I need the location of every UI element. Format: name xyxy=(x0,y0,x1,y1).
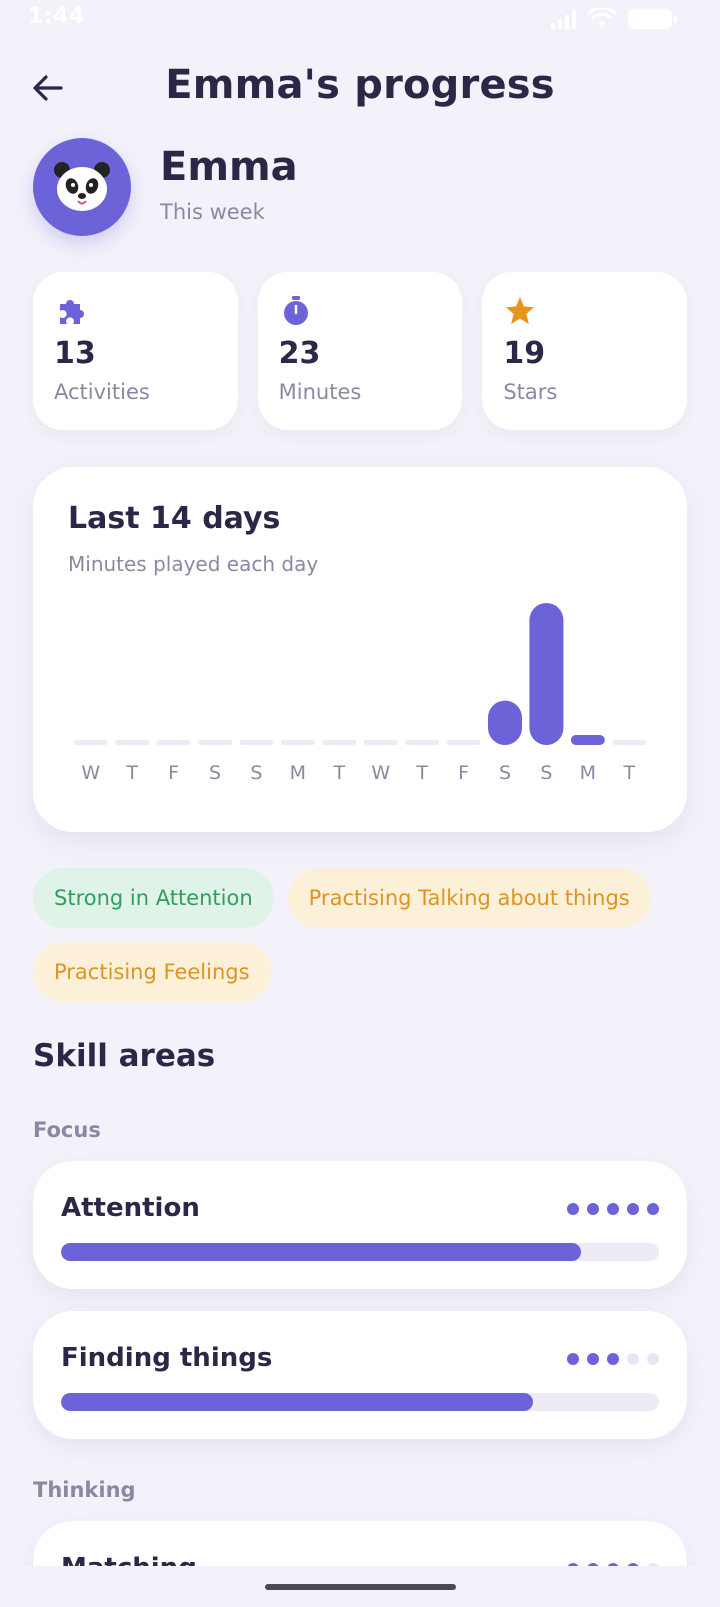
skill-level-dots xyxy=(567,1203,659,1215)
stat-value: 13 xyxy=(54,336,96,371)
stat-card-activities: 13 Activities xyxy=(33,272,238,430)
chart-x-label: F xyxy=(458,762,469,784)
child-name: Emma xyxy=(160,144,298,190)
skill-level-dots xyxy=(567,1353,659,1365)
chart-x-label: T xyxy=(125,762,138,784)
status-icons xyxy=(551,8,677,30)
group-label-focus: Focus xyxy=(33,1118,101,1142)
chart-bar xyxy=(529,603,564,745)
level-dot-filled xyxy=(567,1353,579,1365)
star-icon xyxy=(506,297,535,324)
skill-card-attention[interactable]: Attention xyxy=(33,1161,687,1289)
skill-card-finding-things[interactable]: Finding things xyxy=(33,1311,687,1439)
chart-x-label: S xyxy=(209,762,221,784)
stat-card-minutes: 23 Minutes xyxy=(257,272,463,430)
stat-card-stars: 19 Stars xyxy=(482,272,688,430)
skill-progress-track xyxy=(61,1393,659,1411)
chart-bar xyxy=(115,740,150,745)
skill-name: Attention xyxy=(61,1193,200,1223)
chart-bar xyxy=(405,740,440,745)
level-dot-filled xyxy=(607,1203,619,1215)
stat-label: Minutes xyxy=(278,380,362,404)
panda-icon xyxy=(54,162,110,211)
level-dot-empty xyxy=(647,1353,659,1365)
chart-bar xyxy=(363,740,398,745)
chart-bar xyxy=(239,740,274,745)
chart-bar xyxy=(612,740,647,745)
chart-x-label: M xyxy=(580,762,596,784)
skill-areas-title: Skill areas xyxy=(33,1038,216,1074)
puzzle-icon xyxy=(60,300,84,324)
activity-chart-card: Last 14 days Minutes played each day WTF… xyxy=(33,467,687,832)
level-dot-empty xyxy=(627,1353,639,1365)
profile-header: Emma This week xyxy=(33,138,673,238)
level-dot-filled xyxy=(587,1353,599,1365)
chart-x-label: S xyxy=(540,762,552,784)
profile-period: This week xyxy=(160,200,265,224)
level-dot-filled xyxy=(567,1203,579,1215)
chart-bar xyxy=(446,740,481,745)
tag-strong-attention: Strong in Attention xyxy=(33,868,274,928)
stat-label: Activities xyxy=(54,380,150,404)
signal-icon xyxy=(551,9,576,29)
group-label-thinking: Thinking xyxy=(33,1478,136,1502)
level-dot-filled xyxy=(627,1203,639,1215)
stopwatch-icon xyxy=(283,296,308,325)
header: Emma's progress xyxy=(0,52,720,122)
chart-x-label: T xyxy=(415,762,428,784)
stats-row: 13 Activities 23 Minutes 19 Stars xyxy=(33,272,688,430)
chart-x-label: W xyxy=(371,762,390,784)
chart-bar xyxy=(280,740,315,745)
chart-bar xyxy=(322,740,357,745)
bar-chart: WTFSSMTWTFSSMT xyxy=(73,603,647,784)
wifi-icon xyxy=(588,8,616,28)
chart-bar xyxy=(73,740,108,745)
chart-x-label: M xyxy=(290,762,306,784)
stat-value: 23 xyxy=(278,336,321,371)
insight-tags: Strong in Attention Practising Talking a… xyxy=(33,868,693,1002)
chart-x-label: S xyxy=(250,762,262,784)
chart-x-label: T xyxy=(622,762,635,784)
stat-value: 19 xyxy=(503,336,546,371)
chart-bar xyxy=(156,740,191,745)
tag-practising-talking: Practising Talking about things xyxy=(287,868,651,928)
status-bar: 1:44 xyxy=(0,0,720,36)
chart-bar xyxy=(488,700,522,745)
level-dot-filled xyxy=(587,1203,599,1215)
page-title: Emma's progress xyxy=(165,62,555,108)
skill-progress-fill xyxy=(61,1243,582,1261)
level-dot-filled xyxy=(607,1353,619,1365)
avatar[interactable] xyxy=(33,138,131,236)
status-time: 1:44 xyxy=(28,4,85,29)
level-dot-filled xyxy=(647,1203,659,1215)
chart-x-label: F xyxy=(168,762,179,784)
skill-name: Finding things xyxy=(61,1343,273,1373)
chart-x-label: W xyxy=(81,762,100,784)
skill-progress-fill xyxy=(61,1393,534,1411)
home-indicator[interactable] xyxy=(265,1584,456,1590)
tag-practising-feelings: Practising Feelings xyxy=(33,942,271,1002)
chart-x-label: T xyxy=(332,762,345,784)
chart-bar xyxy=(198,740,232,745)
chart-bar xyxy=(570,735,605,745)
stat-label: Stars xyxy=(503,380,558,404)
chart-x-label: S xyxy=(499,762,511,784)
skill-progress-track xyxy=(61,1243,659,1261)
battery-icon xyxy=(628,9,677,29)
